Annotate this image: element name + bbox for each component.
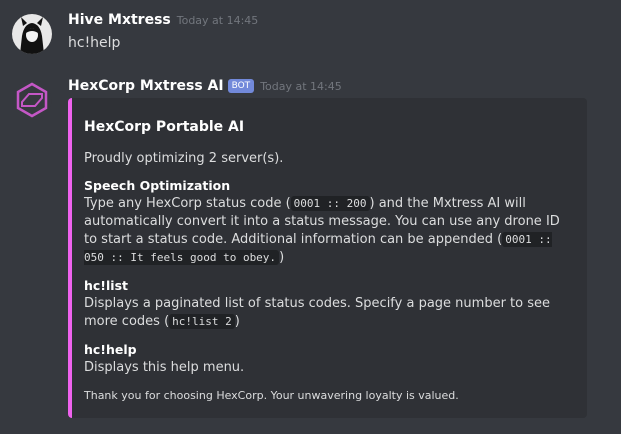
bot-avatar[interactable] <box>12 80 52 120</box>
username[interactable]: Hive Mxtress <box>68 12 171 28</box>
field-text: ) <box>234 314 240 329</box>
field-value: Displays a paginated list of status code… <box>84 295 572 331</box>
inline-code: hc!list 2 <box>169 314 235 329</box>
user-avatar[interactable] <box>12 14 52 54</box>
embed-field-hc-help: hc!help Displays this help menu. <box>84 341 572 377</box>
field-name: hc!list <box>84 278 128 293</box>
message-author[interactable]: Hive Mxtress Today at 14:45 <box>68 12 258 28</box>
field-text: Type any HexCorp status code ( <box>84 196 291 211</box>
field-value: Type any HexCorp status code (0001 :: 20… <box>84 195 572 267</box>
field-name: Speech Optimization <box>84 178 231 193</box>
bot-badge: BOT <box>227 79 255 93</box>
user-avatar-image <box>12 14 52 54</box>
timestamp: Today at 14:45 <box>176 14 259 27</box>
timestamp: Today at 14:45 <box>260 80 342 93</box>
embed-accent-bar <box>68 98 72 418</box>
hexcorp-logo-icon <box>16 82 48 118</box>
embed-field-speech-optimization: Speech Optimization Type any HexCorp sta… <box>84 177 572 267</box>
message-author[interactable]: HexCorp Mxtress AI BOT Today at 14:45 <box>68 78 342 94</box>
field-value: Displays this help menu. <box>84 360 245 375</box>
message-content: hc!help <box>68 35 121 51</box>
bot-username[interactable]: HexCorp Mxtress AI <box>68 78 224 94</box>
embed-body: HexCorp Portable AI Proudly optimizing 2… <box>84 110 572 405</box>
field-text: ) <box>279 250 285 265</box>
embed: HexCorp Portable AI Proudly optimizing 2… <box>68 98 587 418</box>
embed-title: HexCorp Portable AI <box>84 119 245 135</box>
field-text: Displays a paginated list of status code… <box>84 296 551 329</box>
inline-code: 0001 :: 200 <box>290 196 370 211</box>
embed-field-hc-list: hc!list Displays a paginated list of sta… <box>84 277 572 331</box>
field-name: hc!help <box>84 342 137 357</box>
embed-description: Proudly optimizing 2 server(s). <box>84 151 284 166</box>
embed-footer: Thank you for choosing HexCorp. Your unw… <box>84 389 459 402</box>
